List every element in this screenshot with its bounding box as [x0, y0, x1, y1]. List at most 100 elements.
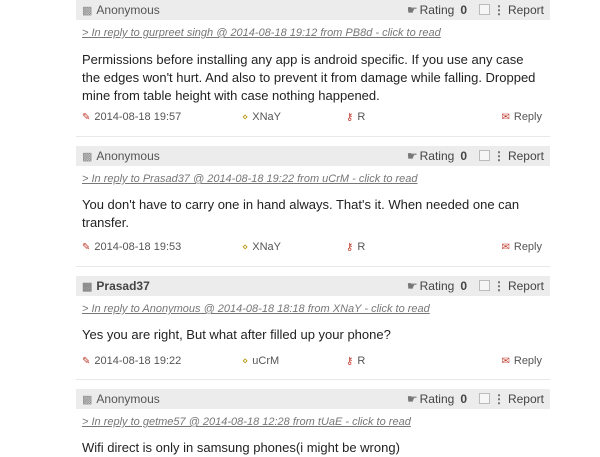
comment-header: ▩ Anonymous ☛ Rating 0 ⋮ Report [76, 389, 550, 409]
thumbs-up-icon[interactable]: ☛ [407, 392, 418, 406]
person-icon: ⋄ [242, 112, 249, 123]
key-icon: ⚷ [346, 112, 354, 123]
rating-label: Rating [419, 392, 455, 406]
comment-body: Permissions before installing any app is… [82, 52, 536, 103]
comment-author[interactable]: ▩ Prasad37 [82, 276, 150, 297]
author-name: Prasad37 [96, 279, 150, 293]
reply-icon: ✉ [501, 356, 510, 367]
user-tag: ⋄ uCrM [242, 355, 279, 367]
rating-tag-text: R [357, 241, 366, 253]
thumbs-up-icon[interactable]: ☛ [407, 279, 418, 293]
rating-tag: ⚷ R [346, 111, 365, 123]
comment-date: ✎ 2014-08-18 19:57 [82, 111, 181, 123]
user-tag-text: uCrM [252, 355, 280, 367]
rating-label: Rating [419, 279, 455, 293]
user-icon: ▩ [82, 394, 93, 406]
pen-icon: ✎ [82, 112, 91, 123]
report-label: Report [507, 392, 544, 406]
rating-tag-text: R [357, 355, 366, 367]
comment-header: ▩ Prasad37 ☛ Rating 0 ⋮ Report [76, 276, 550, 296]
reply-label: Reply [513, 111, 542, 123]
comment: ▩ Anonymous ☛ Rating 0 ⋮ Report > In reply t… [76, 146, 550, 253]
report-icon: ⋮ [492, 3, 505, 17]
comment-header: ▩ Anonymous ☛ Rating 0 ⋮ Report [76, 0, 550, 20]
user-tag: ⋄ XNaY [242, 241, 281, 253]
comment: ▩ Anonymous ☛ Rating 0 ⋮ Report > In reply t… [76, 389, 550, 457]
author-name: Anonymous [96, 392, 160, 406]
thumbs-up-icon[interactable]: ☛ [407, 149, 418, 163]
rating-checkbox[interactable] [479, 393, 490, 404]
reply-button[interactable]: ✉ Reply [501, 241, 542, 253]
reply-button[interactable]: ✉ Reply [501, 111, 542, 123]
report-icon: ⋮ [492, 279, 505, 293]
rating-label: Rating [419, 3, 455, 17]
reply-to-link[interactable]: > In reply to getme57 @ 2014-08-18 12:28… [76, 416, 550, 428]
divider [76, 379, 550, 380]
pen-icon: ✎ [82, 356, 91, 367]
rating-tag: ⚷ R [346, 355, 365, 367]
rating: ☛ Rating 0 [407, 0, 490, 20]
rating: ☛ Rating 0 [407, 389, 490, 409]
comment-footer: ✎ 2014-08-18 19:57 ⋄ XNaY ⚷ R ✉ Reply [76, 111, 550, 129]
person-icon: ⋄ [242, 356, 249, 367]
user-icon: ▩ [82, 5, 93, 17]
comment-author[interactable]: ▩ Anonymous [82, 389, 160, 410]
user-icon: ▩ [82, 151, 93, 163]
report-label: Report [507, 149, 544, 163]
comment: ▩ Anonymous ☛ Rating 0 ⋮ Report > In reply t… [76, 0, 550, 123]
report-label: Report [507, 279, 544, 293]
rating-value: 0 [460, 3, 467, 17]
user-tag: ⋄ XNaY [242, 111, 281, 123]
rating-checkbox[interactable] [479, 280, 490, 291]
report-label: Report [507, 3, 544, 17]
reply-to-link[interactable]: > In reply to gurpreet singh @ 2014-08-1… [76, 27, 550, 39]
rating-value: 0 [460, 149, 467, 163]
user-icon: ▩ [82, 281, 93, 293]
key-icon: ⚷ [346, 356, 354, 367]
rating-value: 0 [460, 392, 467, 406]
report-button[interactable]: ⋮ Report [493, 389, 544, 409]
date-text: 2014-08-18 19:53 [94, 241, 182, 253]
thumbs-up-icon[interactable]: ☛ [407, 3, 418, 17]
author-name: Anonymous [96, 149, 160, 163]
rating-checkbox[interactable] [479, 4, 490, 15]
rating: ☛ Rating 0 [407, 146, 490, 166]
date-text: 2014-08-18 19:57 [94, 111, 182, 123]
report-button[interactable]: ⋮ Report [493, 0, 544, 20]
divider [76, 266, 550, 267]
comment-header: ▩ Anonymous ☛ Rating 0 ⋮ Report [76, 146, 550, 166]
comment-date: ✎ 2014-08-18 19:22 [82, 355, 181, 367]
reply-icon: ✉ [501, 242, 510, 253]
rating-value: 0 [460, 279, 467, 293]
comment-author[interactable]: ▩ Anonymous [82, 0, 160, 21]
reply-label: Reply [513, 241, 542, 253]
comment-date: ✎ 2014-08-18 19:53 [82, 241, 181, 253]
reply-to-link[interactable]: > In reply to Anonymous @ 2014-08-18 18:… [76, 303, 550, 315]
reply-label: Reply [513, 355, 542, 367]
author-name: Anonymous [96, 3, 160, 17]
user-tag-text: XNaY [252, 111, 282, 123]
comment: ▩ Prasad37 ☛ Rating 0 ⋮ Report > In reply to… [76, 276, 550, 367]
divider [76, 136, 550, 137]
rating-label: Rating [419, 149, 455, 163]
comment-footer: ✎ 2014-08-18 19:22 ⋄ uCrM ⚷ R ✉ Reply [76, 355, 550, 373]
reply-button[interactable]: ✉ Reply [501, 355, 542, 367]
comment-author[interactable]: ▩ Anonymous [82, 146, 160, 167]
comment-body: You don't have to carry one in hand alwa… [82, 197, 520, 230]
report-button[interactable]: ⋮ Report [493, 276, 544, 296]
rating-tag: ⚷ R [346, 241, 365, 253]
person-icon: ⋄ [242, 242, 249, 253]
report-button[interactable]: ⋮ Report [493, 146, 544, 166]
comment-body: Wifi direct is only in samsung phones(i … [82, 440, 400, 455]
reply-icon: ✉ [501, 112, 510, 123]
date-text: 2014-08-18 19:22 [94, 355, 182, 367]
user-tag-text: XNaY [252, 241, 282, 253]
rating-checkbox[interactable] [479, 150, 490, 161]
reply-to-link[interactable]: > In reply to Prasad37 @ 2014-08-18 19:2… [76, 173, 550, 185]
rating: ☛ Rating 0 [407, 276, 490, 296]
report-icon: ⋮ [492, 392, 505, 406]
comment-footer: ✎ 2014-08-18 19:53 ⋄ XNaY ⚷ R ✉ Reply [76, 241, 550, 259]
rating-tag-text: R [357, 111, 366, 123]
pen-icon: ✎ [82, 242, 91, 253]
report-icon: ⋮ [492, 149, 505, 163]
